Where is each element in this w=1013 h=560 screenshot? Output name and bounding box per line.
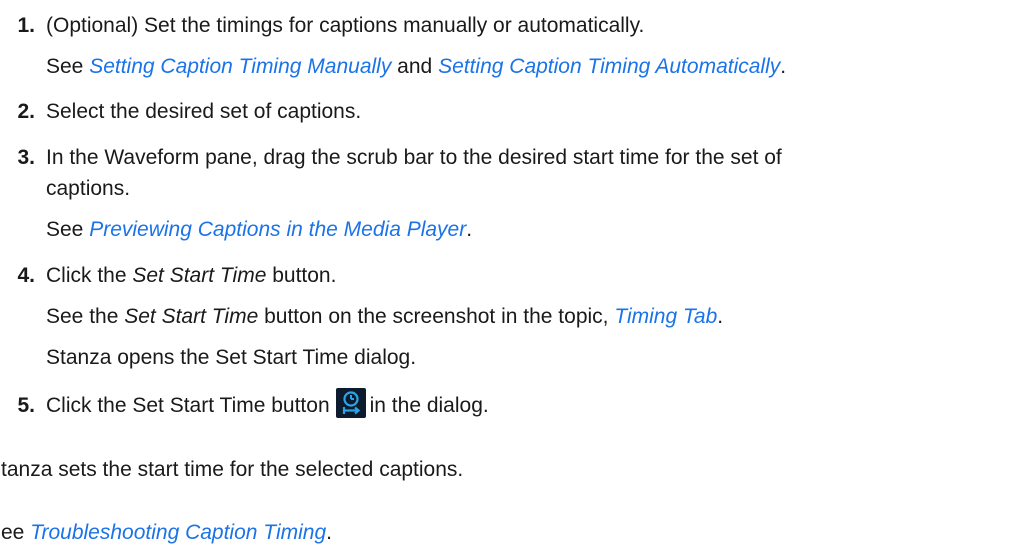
step-number: 5. bbox=[17, 394, 35, 417]
period: . bbox=[717, 305, 724, 328]
step-number: 1. bbox=[17, 14, 35, 37]
step-number: 2. bbox=[17, 100, 35, 123]
period: . bbox=[466, 218, 473, 241]
conjunction: and bbox=[391, 55, 439, 78]
see-pre: See the bbox=[46, 305, 125, 328]
see-prefix: See bbox=[46, 218, 90, 241]
link-setting-caption-timing-automatically[interactable]: Setting Caption Timing Automatically bbox=[438, 55, 780, 78]
text-post: in the dialog. bbox=[369, 394, 489, 417]
link-previewing-captions[interactable]: Previewing Captions in the Media Player bbox=[89, 218, 466, 241]
text-pre: Click the Set Start Time button bbox=[46, 394, 330, 417]
step-result: Stanza opens the Set Start Time dialog. bbox=[46, 346, 417, 369]
ui-term: Set Start Time bbox=[132, 264, 267, 287]
link-timing-tab[interactable]: Timing Tab bbox=[614, 305, 717, 328]
step-text: Click the Set Start Time button in the d… bbox=[46, 388, 489, 419]
step-text: Select the desired set of captions. bbox=[46, 100, 362, 123]
step-number: 3. bbox=[17, 146, 35, 169]
see-line: See Setting Caption Timing Manually and … bbox=[46, 54, 786, 80]
step-text: In the Waveform pane, drag the scrub bar… bbox=[46, 146, 782, 169]
see-line: See Previewing Captions in the Media Pla… bbox=[46, 217, 472, 243]
period: . bbox=[326, 521, 332, 544]
see-prefix: See bbox=[46, 55, 90, 78]
see-also-line: See Troubleshooting Caption Timing. bbox=[0, 520, 332, 546]
step-text-continued: captions. bbox=[46, 177, 131, 200]
link-setting-caption-timing-manually[interactable]: Setting Caption Timing Manually bbox=[89, 55, 391, 78]
period: . bbox=[780, 55, 787, 78]
text-pre: Click the bbox=[46, 264, 133, 287]
see-prefix: See bbox=[0, 521, 25, 544]
ui-term: Set Start Time bbox=[124, 305, 259, 328]
step-text: Click the Set Start Time button. bbox=[46, 263, 336, 289]
text-post: button. bbox=[266, 264, 337, 287]
step-number: 4. bbox=[17, 264, 35, 287]
set-start-time-icon bbox=[335, 388, 366, 419]
see-line: See the Set Start Time button on the scr… bbox=[46, 304, 723, 330]
procedure-result: Stanza sets the start time for the selec… bbox=[0, 458, 464, 481]
step-text: (Optional) Set the timings for captions … bbox=[46, 14, 645, 37]
see-mid: button on the screenshot in the topic, bbox=[258, 305, 615, 328]
link-troubleshooting-caption-timing[interactable]: Troubleshooting Caption Timing bbox=[30, 521, 326, 544]
